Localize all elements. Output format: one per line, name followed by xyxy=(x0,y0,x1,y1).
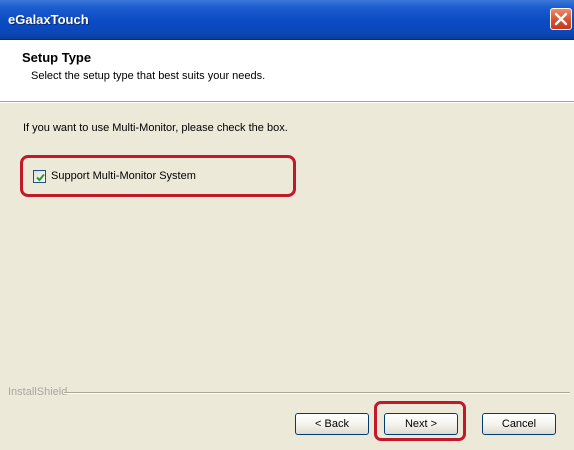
window-title: eGalaxTouch xyxy=(8,12,89,27)
footer-divider xyxy=(64,392,570,394)
dialog-header: Setup Type Select the setup type that be… xyxy=(0,40,574,102)
page-subtitle: Select the setup type that best suits yo… xyxy=(31,70,266,82)
installshield-brand: InstallShield xyxy=(8,386,68,398)
back-button[interactable]: < Back xyxy=(295,413,369,435)
close-button[interactable] xyxy=(550,8,572,30)
checkbox-highlight-annotation xyxy=(20,155,296,197)
next-highlight-annotation xyxy=(374,401,466,441)
header-divider xyxy=(0,102,574,103)
instruction-text: If you want to use Multi-Monitor, please… xyxy=(23,122,288,134)
close-icon xyxy=(554,12,568,26)
cancel-button[interactable]: Cancel xyxy=(482,413,556,435)
setup-dialog: eGalaxTouch Setup Type Select the setup … xyxy=(0,0,574,450)
title-bar[interactable]: eGalaxTouch xyxy=(0,0,574,40)
page-title: Setup Type xyxy=(22,50,92,65)
